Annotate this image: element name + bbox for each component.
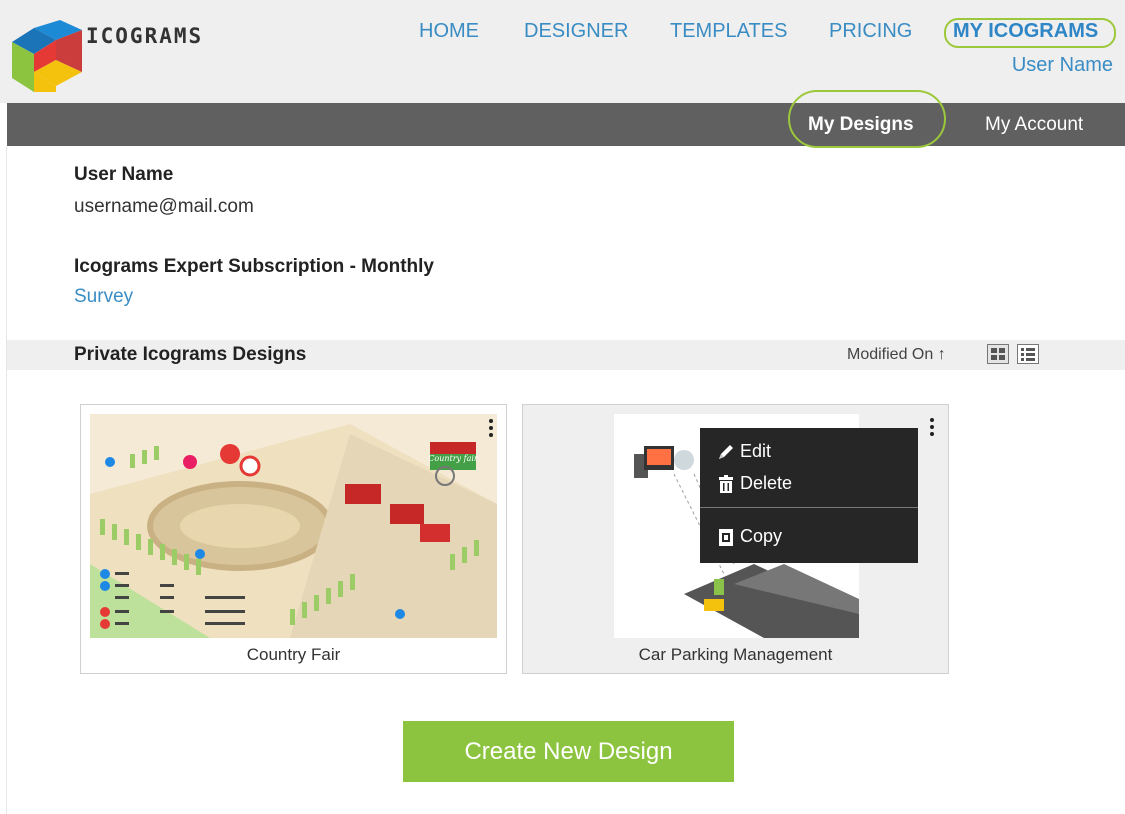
- survey-link[interactable]: Survey: [74, 286, 133, 308]
- sub-navigation: My Designs My Account: [7, 103, 1125, 146]
- highlight-my-icograms: [944, 18, 1116, 48]
- icograms-logo[interactable]: [12, 20, 82, 92]
- menu-item-label: Copy: [740, 526, 783, 546]
- copy-icon: [719, 528, 733, 546]
- account-email: username@mail.com: [74, 196, 254, 217]
- list-view-icon[interactable]: [1017, 344, 1039, 364]
- account-name: User Name: [74, 164, 174, 185]
- top-header: ICOGRAMS HOME DESIGNER TEMPLATES PRICING…: [0, 0, 1125, 103]
- design-card-country-fair[interactable]: Country fair Country Fair: [80, 404, 507, 674]
- content-left-border: [6, 146, 7, 814]
- menu-item-label: Delete: [740, 473, 793, 493]
- subscription-title: Icograms Expert Subscription - Monthly: [74, 256, 434, 277]
- card-menu-kebab-icon[interactable]: [486, 419, 496, 445]
- highlight-my-designs: [788, 90, 946, 148]
- trash-icon: [719, 474, 733, 493]
- country-fair-badge: Country fair: [428, 454, 479, 463]
- section-title: Private Icograms Designs: [74, 344, 307, 365]
- nav-templates[interactable]: TEMPLATES: [670, 20, 787, 43]
- menu-item-label: Edit: [740, 441, 772, 461]
- sort-modified-on[interactable]: Modified On ↑: [847, 346, 946, 364]
- country-fair-thumbnail[interactable]: Country fair: [90, 414, 497, 638]
- menu-item-edit[interactable]: Edit: [716, 441, 771, 462]
- card-title[interactable]: Country Fair: [81, 645, 506, 665]
- nav-user-name[interactable]: User Name: [1012, 54, 1113, 77]
- menu-item-delete[interactable]: Delete: [716, 473, 792, 494]
- menu-divider: [700, 507, 918, 508]
- card-menu-kebab-icon[interactable]: [927, 418, 937, 444]
- create-new-design-button[interactable]: Create New Design: [403, 721, 734, 782]
- tab-my-account[interactable]: My Account: [985, 114, 1083, 136]
- nav-pricing[interactable]: PRICING: [829, 20, 912, 43]
- pencil-icon: [719, 444, 733, 459]
- menu-item-copy[interactable]: Copy: [716, 526, 782, 547]
- card-context-menu: Edit Delete Copy: [700, 428, 918, 563]
- designs-section-bar: Private Icograms Designs Modified On ↑: [7, 340, 1125, 370]
- grid-view-icon[interactable]: [987, 344, 1009, 364]
- nav-designer[interactable]: DESIGNER: [524, 20, 628, 43]
- brand-name: ICOGRAMS: [86, 24, 204, 48]
- nav-home[interactable]: HOME: [419, 20, 479, 43]
- card-title[interactable]: Car Parking Management: [523, 645, 948, 665]
